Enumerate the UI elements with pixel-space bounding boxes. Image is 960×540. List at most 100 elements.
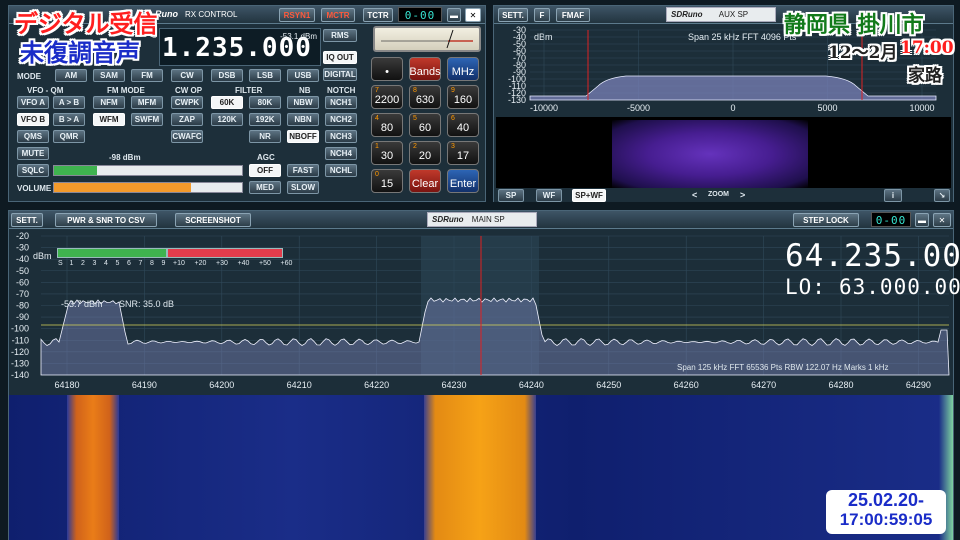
sql-dbm-label: -98 dBm bbox=[109, 153, 141, 162]
cwpk-button[interactable]: CWPK bbox=[171, 96, 203, 109]
fm-swfm-button[interactable]: SWFM bbox=[131, 113, 163, 126]
notch-l-button[interactable]: NCHL bbox=[325, 164, 357, 177]
keypad-key-label: 20 bbox=[418, 150, 432, 162]
volume-slider[interactable] bbox=[53, 182, 243, 193]
keypad-key-2[interactable]: MHz bbox=[447, 57, 479, 81]
aux-sett-button[interactable]: SETT. bbox=[498, 8, 528, 22]
squelch-slider[interactable] bbox=[53, 165, 243, 176]
main-waterfall[interactable] bbox=[9, 395, 953, 540]
rsyn-button[interactable]: RSYN1 bbox=[279, 8, 315, 22]
filter-120k-button[interactable]: 120K bbox=[211, 113, 243, 126]
volume-slider-fill bbox=[54, 183, 192, 192]
aux-brand: SDRuno bbox=[671, 10, 703, 19]
keypad-key-14[interactable]: Enter bbox=[447, 169, 479, 193]
rx-close-button[interactable]: ✕ bbox=[465, 8, 481, 22]
fm-wfm-button[interactable]: WFM bbox=[93, 113, 125, 126]
cwafc-button[interactable]: CWAFC bbox=[171, 130, 203, 143]
filter-192k-button[interactable]: 192K bbox=[249, 113, 281, 126]
keypad-key-5[interactable]: 9 160 bbox=[447, 85, 479, 109]
nboff-button[interactable]: NBOFF bbox=[287, 130, 319, 143]
keypad-key-label: 15 bbox=[380, 178, 394, 190]
rms-button[interactable]: RMS bbox=[323, 29, 357, 42]
keypad-key-1[interactable]: Bands bbox=[409, 57, 441, 81]
keypad-key-12[interactable]: 0 15 bbox=[371, 169, 403, 193]
main-minimize-button[interactable]: ▬ bbox=[915, 213, 929, 227]
aux-spwf-button[interactable]: SP+WF bbox=[572, 189, 606, 202]
aux-info-button[interactable]: i bbox=[884, 189, 902, 202]
sqlc-button[interactable]: SQLC bbox=[17, 164, 49, 177]
zap-button[interactable]: ZAP bbox=[171, 113, 203, 126]
keypad-key-11[interactable]: 3 17 bbox=[447, 141, 479, 165]
digital-button[interactable]: DIGITAL bbox=[323, 68, 357, 81]
nr-button[interactable]: NR bbox=[249, 130, 281, 143]
filter-60k-button[interactable]: 60K bbox=[211, 96, 243, 109]
keypad-key-3[interactable]: 7 2200 bbox=[371, 85, 403, 109]
keypad-key-digit: 4 bbox=[375, 115, 379, 122]
keypad-key-4[interactable]: 8 630 bbox=[409, 85, 441, 109]
mode-lsb-button[interactable]: LSB bbox=[249, 69, 281, 82]
agc-fast-button[interactable]: FAST bbox=[287, 164, 319, 177]
overlay-period: 12～2月 bbox=[828, 43, 898, 63]
agc-off-button[interactable]: OFF bbox=[249, 164, 281, 177]
rx-freq-display[interactable]: 5 1.235.000 -53.1 dBm bbox=[152, 28, 321, 66]
main-y-tick: -140 bbox=[11, 370, 29, 380]
zoom-left-arrow[interactable]: < bbox=[692, 190, 697, 200]
mctr-button[interactable]: MCTR bbox=[321, 8, 355, 22]
keypad-key-label: 40 bbox=[456, 122, 470, 134]
b-to-a-button[interactable]: B > A bbox=[53, 113, 85, 126]
a-to-b-button[interactable]: A > B bbox=[53, 96, 85, 109]
zoom-right-arrow[interactable]: > bbox=[740, 190, 745, 200]
mode-cw-button[interactable]: CW bbox=[171, 69, 203, 82]
notch-2-button[interactable]: NCH2 bbox=[325, 113, 357, 126]
notch-1-button[interactable]: NCH1 bbox=[325, 96, 357, 109]
notch-4-button[interactable]: NCH4 bbox=[325, 147, 357, 160]
main-sett-button[interactable]: SETT. bbox=[11, 213, 43, 227]
pwr-snr-csv-button[interactable]: PWR & SNR TO CSV bbox=[55, 213, 157, 227]
keypad-key-6[interactable]: 4 80 bbox=[371, 113, 403, 137]
mute-button[interactable]: MUTE bbox=[17, 147, 49, 160]
mode-dsb-button[interactable]: DSB bbox=[211, 69, 243, 82]
mode-am-button[interactable]: AM bbox=[55, 69, 87, 82]
mode-sam-button[interactable]: SAM bbox=[93, 69, 125, 82]
keypad-key-10[interactable]: 2 20 bbox=[409, 141, 441, 165]
screenshot-button[interactable]: SCREENSHOT bbox=[175, 213, 251, 227]
aux-fmaf-button[interactable]: FMAF bbox=[556, 8, 590, 22]
agc-med-button[interactable]: MED bbox=[249, 181, 281, 194]
fm-mfm-button[interactable]: MFM bbox=[131, 96, 163, 109]
nbn-button[interactable]: NBN bbox=[287, 113, 319, 126]
main-y-tick: -120 bbox=[11, 347, 29, 357]
vfo-a-button[interactable]: VFO A bbox=[17, 96, 49, 109]
aux-wf-button[interactable]: WF bbox=[536, 189, 562, 202]
main-dbm-label: dBm bbox=[33, 251, 52, 261]
qmr-button[interactable]: QMR bbox=[53, 130, 85, 143]
aux-f-button[interactable]: F bbox=[534, 8, 550, 22]
agc-slow-button[interactable]: SLOW bbox=[287, 181, 319, 194]
iq-out-button[interactable]: IQ OUT bbox=[323, 51, 357, 64]
vfo-b-button[interactable]: VFO B bbox=[17, 113, 49, 126]
aux-x-tick: 5000 bbox=[817, 103, 837, 113]
tctr-button[interactable]: TCTR bbox=[363, 8, 393, 22]
keypad-key-0[interactable]: • bbox=[371, 57, 403, 81]
aux-sp-button[interactable]: SP bbox=[498, 189, 524, 202]
aux-resize-button[interactable]: ↘ bbox=[934, 189, 950, 202]
keypad-key-13[interactable]: Clear bbox=[409, 169, 441, 193]
fm-nfm-button[interactable]: NFM bbox=[93, 96, 125, 109]
mode-fm-button[interactable]: FM bbox=[131, 69, 163, 82]
keypad-key-label: • bbox=[385, 66, 389, 78]
mode-label: MODE bbox=[17, 72, 41, 81]
nbw-button[interactable]: NBW bbox=[287, 96, 319, 109]
qms-button[interactable]: QMS bbox=[17, 130, 49, 143]
notch-3-button[interactable]: NCH3 bbox=[325, 130, 357, 143]
keypad-key-8[interactable]: 6 40 bbox=[447, 113, 479, 137]
mode-usb-button[interactable]: USB bbox=[287, 69, 319, 82]
s-meter-tick: 8 bbox=[150, 260, 154, 267]
main-close-button[interactable]: ✕ bbox=[933, 213, 951, 227]
keypad-key-7[interactable]: 5 60 bbox=[409, 113, 441, 137]
main-y-tick: -80 bbox=[16, 301, 29, 311]
step-lock-button[interactable]: STEP LOCK bbox=[793, 213, 859, 227]
main-y-tick: -130 bbox=[11, 358, 29, 368]
filter-80k-button[interactable]: 80K bbox=[249, 96, 281, 109]
rx-minimize-button[interactable]: ▬ bbox=[447, 8, 461, 22]
main-big-frequency[interactable]: 64.235.000 bbox=[785, 238, 960, 274]
keypad-key-9[interactable]: 1 30 bbox=[371, 141, 403, 165]
